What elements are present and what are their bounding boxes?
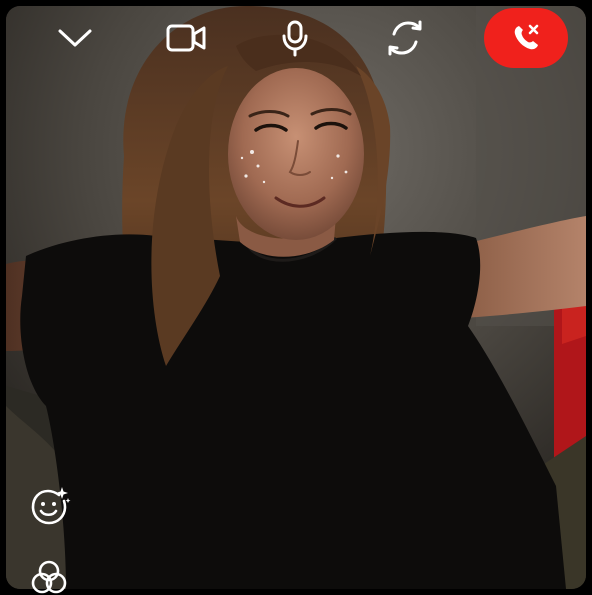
flip-camera-button[interactable] [382, 14, 428, 62]
end-call-icon [514, 24, 539, 50]
face-effects-button[interactable] [27, 483, 73, 529]
call-controls-bar [0, 0, 592, 80]
chevron-down-icon [58, 29, 92, 47]
collapse-button[interactable] [52, 16, 98, 60]
filters-button[interactable] [28, 556, 70, 595]
end-call-button[interactable] [484, 8, 568, 68]
video-toggle-button[interactable] [160, 16, 212, 60]
camera-flip-icon [388, 20, 422, 56]
video-camera-icon [166, 24, 206, 52]
video-feed-image [6, 6, 586, 589]
filters-icon [31, 560, 67, 593]
video-call-screen [0, 0, 592, 595]
video-feed [6, 6, 586, 589]
microphone-icon [282, 20, 308, 57]
mute-button[interactable] [274, 14, 316, 62]
face-effects-icon [31, 487, 71, 525]
